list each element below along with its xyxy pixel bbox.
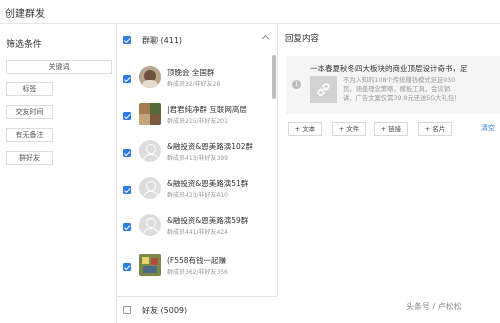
group-row[interactable]: |君君纯净群 互联网高层 群成员215/非好友201 bbox=[117, 97, 267, 134]
group-row[interactable]: &融投资&恩美路演51群 群成员423/非好友410 bbox=[117, 171, 267, 208]
filter-panel: 筛选条件 关键词 标签 交友时间 有无备注 群好友 bbox=[0, 24, 117, 323]
group-meta: 群成员362/非好友356 bbox=[167, 269, 228, 276]
keyword-filter[interactable]: 关键词 bbox=[6, 60, 112, 74]
group-name: &融投资&恩美路演59群 bbox=[167, 216, 249, 225]
group-row[interactable]: 顶晚会 全国群 群成员32/非好友28 bbox=[117, 60, 267, 97]
tag-filter-button[interactable]: 标签 bbox=[6, 82, 53, 96]
group-list-header[interactable]: 群聊 (411) bbox=[117, 24, 278, 58]
reply-panel: 回复内容 1 一本春夏秋冬四大板块的商业顶层设计奇书，足 不为人知的108个传统… bbox=[278, 24, 500, 323]
scrollbar-thumb[interactable] bbox=[272, 55, 276, 99]
group-meta: 群成员215/非好友201 bbox=[167, 118, 228, 125]
checkbox-checked-icon[interactable] bbox=[123, 223, 131, 231]
checkbox-checked-icon[interactable] bbox=[123, 149, 131, 157]
checkbox-unchecked-icon[interactable] bbox=[123, 306, 131, 314]
default-avatar-icon bbox=[139, 140, 161, 162]
group-name: &融投资&恩美路演51群 bbox=[167, 179, 249, 188]
group-name: &融投资&恩美路演102群 bbox=[167, 142, 254, 151]
group-list-panel: 群聊 (411) 顶晚会 全国群 群成员32/非好友28 |君君纯净群 互联网高… bbox=[117, 24, 278, 323]
add-text-button[interactable]: + 文本 bbox=[288, 122, 322, 136]
checkbox-checked-icon[interactable] bbox=[123, 112, 131, 120]
group-friend-filter-button[interactable]: 群好友 bbox=[6, 151, 53, 165]
checkbox-checked-icon[interactable] bbox=[123, 75, 131, 83]
watermark: 头条号 / 卢松松 bbox=[406, 302, 462, 311]
message-description-line: 页，涵盖理念策略，模板工具，会议销 bbox=[343, 86, 451, 93]
add-file-button[interactable]: + 文件 bbox=[332, 122, 366, 136]
link-icon bbox=[310, 76, 337, 103]
filter-title: 筛选条件 bbox=[6, 40, 43, 50]
group-meta: 群成员413/非好友399 bbox=[167, 155, 228, 162]
checkbox-checked-icon[interactable] bbox=[123, 36, 131, 44]
message-number-badge: 1 bbox=[292, 80, 301, 89]
group-name: (F558有钱一起赚 bbox=[167, 256, 227, 265]
message-headline: 一本春夏秋冬四大板块的商业顶层设计奇书，足 bbox=[310, 64, 468, 73]
checkbox-checked-icon[interactable] bbox=[123, 263, 131, 271]
checkbox-checked-icon[interactable] bbox=[123, 186, 131, 194]
keyword-filter-label: 关键词 bbox=[48, 63, 70, 71]
default-avatar-icon bbox=[139, 214, 161, 236]
remark-filter-button[interactable]: 有无备注 bbox=[6, 128, 53, 142]
message-description: 不为人知的108个传统赚钱模式足足930 页，涵盖理念策略，模板工具，会议销 讲… bbox=[343, 76, 500, 103]
reply-title: 回复内容 bbox=[285, 34, 320, 44]
avatar bbox=[139, 103, 161, 125]
group-meta: 群成员423/非好友410 bbox=[167, 192, 228, 199]
window-title: 创建群发 bbox=[5, 9, 45, 20]
chevron-up-icon[interactable] bbox=[261, 34, 270, 43]
clear-link[interactable]: 清空 bbox=[481, 123, 495, 133]
group-name: |君君纯净群 互联网高层 bbox=[167, 105, 247, 114]
friends-title: 好友 (5009) bbox=[142, 306, 188, 315]
message-description-line: 讲，广告文案仅需39.8元还送5G大礼包！ bbox=[343, 95, 461, 102]
group-meta: 群成员32/非好友28 bbox=[167, 81, 221, 88]
friend-time-filter-button[interactable]: 交友时间 bbox=[6, 105, 53, 119]
title-bar: 创建群发 bbox=[0, 0, 500, 24]
avatar bbox=[139, 254, 161, 276]
default-avatar-icon bbox=[139, 177, 161, 199]
add-card-button[interactable]: + 名片 bbox=[418, 122, 452, 136]
message-description-line: 不为人知的108个传统赚钱模式足足930 bbox=[343, 77, 456, 84]
group-list-title: 群聊 (411) bbox=[142, 36, 183, 45]
group-row[interactable]: &融投资&恩美路演59群 群成员441/非好友424 bbox=[117, 208, 267, 245]
group-row[interactable]: (F558有钱一起赚 群成员362/非好友356 bbox=[117, 248, 267, 285]
group-meta: 群成员441/非好友424 bbox=[167, 229, 228, 236]
add-link-button[interactable]: + 链接 bbox=[374, 122, 408, 136]
avatar bbox=[139, 66, 161, 88]
friends-section-header[interactable]: 好友 (5009) bbox=[117, 296, 278, 323]
group-name: 顶晚会 全国群 bbox=[167, 68, 215, 77]
group-row[interactable]: &融投资&恩美路演102群 群成员413/非好友399 bbox=[117, 134, 267, 171]
reply-message-card[interactable]: 1 一本春夏秋冬四大板块的商业顶层设计奇书，足 不为人知的108个传统赚钱模式足… bbox=[286, 56, 500, 114]
